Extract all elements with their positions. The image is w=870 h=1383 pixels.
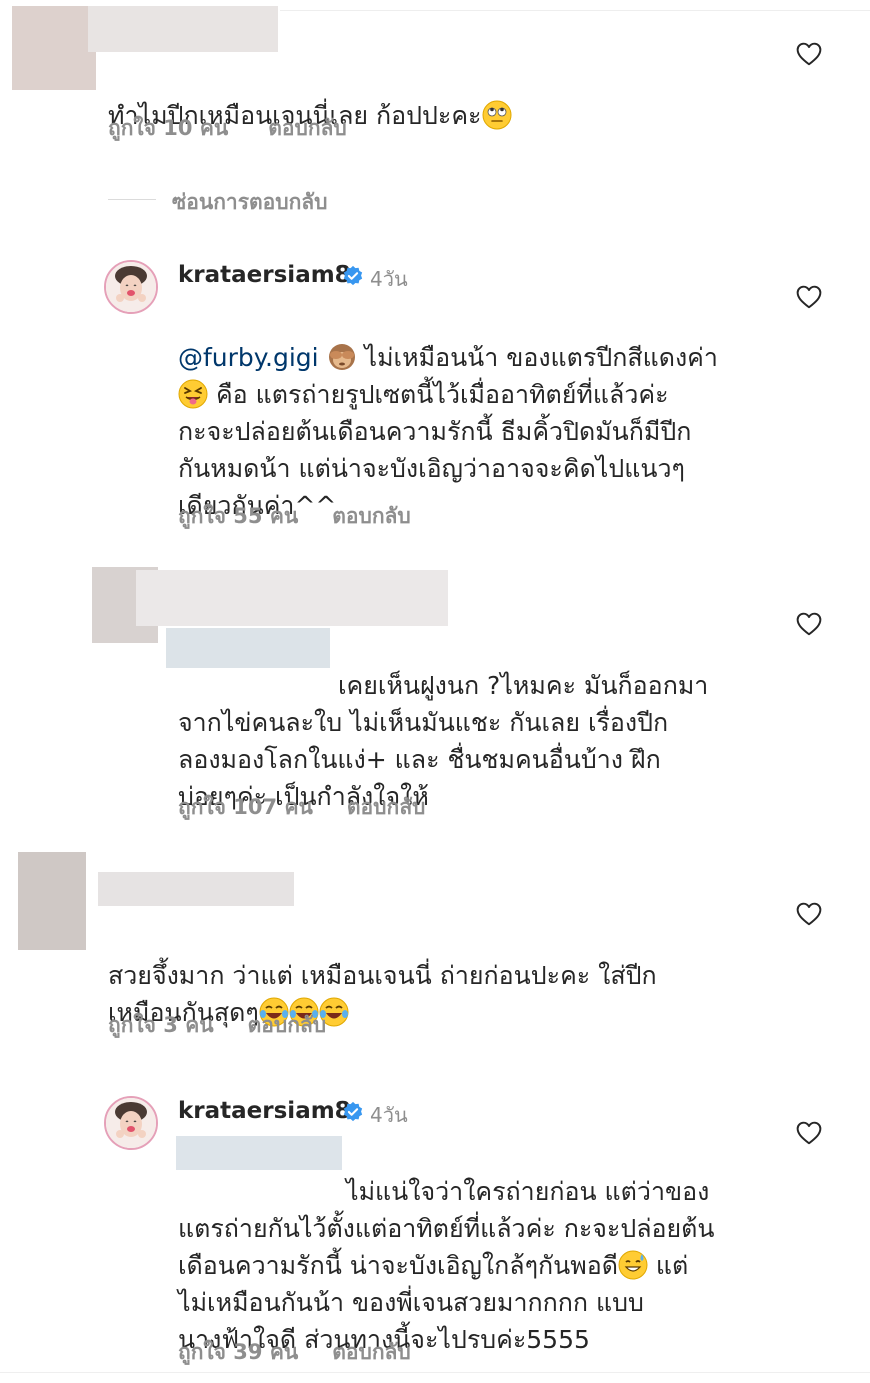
face-eye-roll-icon — [482, 100, 512, 130]
profile-photo — [106, 1098, 156, 1148]
username[interactable]: krataersiam8 — [178, 262, 351, 288]
avatar[interactable] — [104, 1096, 158, 1150]
username-blurred-extra — [280, 10, 870, 11]
heart-icon[interactable] — [796, 1121, 822, 1145]
comment-text: ไม่แน่ใจว่าใครถ่ายก่อน แต่ว่าของ แตรถ่ายก… — [178, 1177, 715, 1354]
username-blurred[interactable] — [88, 6, 278, 52]
reply-button[interactable]: ตอบกลับ — [332, 1336, 411, 1369]
avatar-blurred[interactable] — [12, 6, 96, 90]
comment-meta: ถูกใจ 107 คน ตอบกลับ — [178, 791, 425, 824]
comment-meta: ถูกใจ 3 คน ตอบกลับ — [108, 1009, 326, 1042]
comment-text: เคยเห็นฝูงนก ?ไหมคะ มันก็ออกมา จากไข่คนละ… — [178, 671, 709, 811]
reply-button[interactable]: ตอบกลับ — [347, 791, 426, 824]
avatar-blurred[interactable] — [18, 852, 86, 950]
grinning-sweat-face-icon — [618, 1250, 648, 1280]
like-count[interactable]: ถูกใจ 39 คน — [178, 1336, 298, 1369]
reply-button[interactable]: ตอบกลับ — [248, 1009, 327, 1042]
reply-button[interactable]: ตอบกลับ — [332, 500, 411, 533]
profile-photo — [106, 262, 156, 312]
comment-meta: ถูกใจ 10 คน ตอบกลับ — [108, 112, 347, 145]
like-count[interactable]: ถูกใจ 10 คน — [108, 112, 228, 145]
like-count[interactable]: ถูกใจ 3 คน — [108, 1009, 214, 1042]
like-count[interactable]: ถูกใจ 107 คน — [178, 791, 313, 824]
username-blurred[interactable] — [98, 872, 294, 906]
comment-text: @furby.gigi ไม่เหมือนน้า ของแตรปีกสีแดงค… — [178, 343, 718, 520]
comment-meta: ถูกใจ 39 คน ตอบกลับ — [178, 1336, 411, 1369]
timestamp[interactable]: 4วัน — [370, 1099, 408, 1131]
squinting-tongue-face-icon — [178, 379, 208, 409]
verified-badge-icon — [342, 1101, 364, 1123]
like-count[interactable]: ถูกใจ 55 คน — [178, 500, 298, 533]
avatar[interactable] — [104, 260, 158, 314]
hide-replies-line — [108, 199, 156, 200]
heart-icon[interactable] — [796, 285, 822, 309]
reply-button[interactable]: ตอบกลับ — [268, 112, 347, 145]
bottom-divider — [0, 1372, 870, 1373]
verified-badge-icon — [342, 265, 364, 287]
mention-link[interactable]: @furby.gigi — [178, 343, 319, 372]
comment-meta: ถูกใจ 55 คน ตอบกลับ — [178, 500, 411, 533]
heart-icon[interactable] — [796, 42, 822, 66]
heart-icon[interactable] — [796, 612, 822, 636]
username[interactable]: krataersiam8 — [178, 1098, 351, 1124]
timestamp[interactable]: 4วัน — [370, 263, 408, 295]
username-blurred[interactable] — [136, 570, 448, 626]
heart-icon[interactable] — [796, 902, 822, 926]
see-no-evil-monkey-icon — [328, 344, 355, 370]
hide-replies-button[interactable]: ซ่อนการตอบกลับ — [172, 186, 328, 219]
